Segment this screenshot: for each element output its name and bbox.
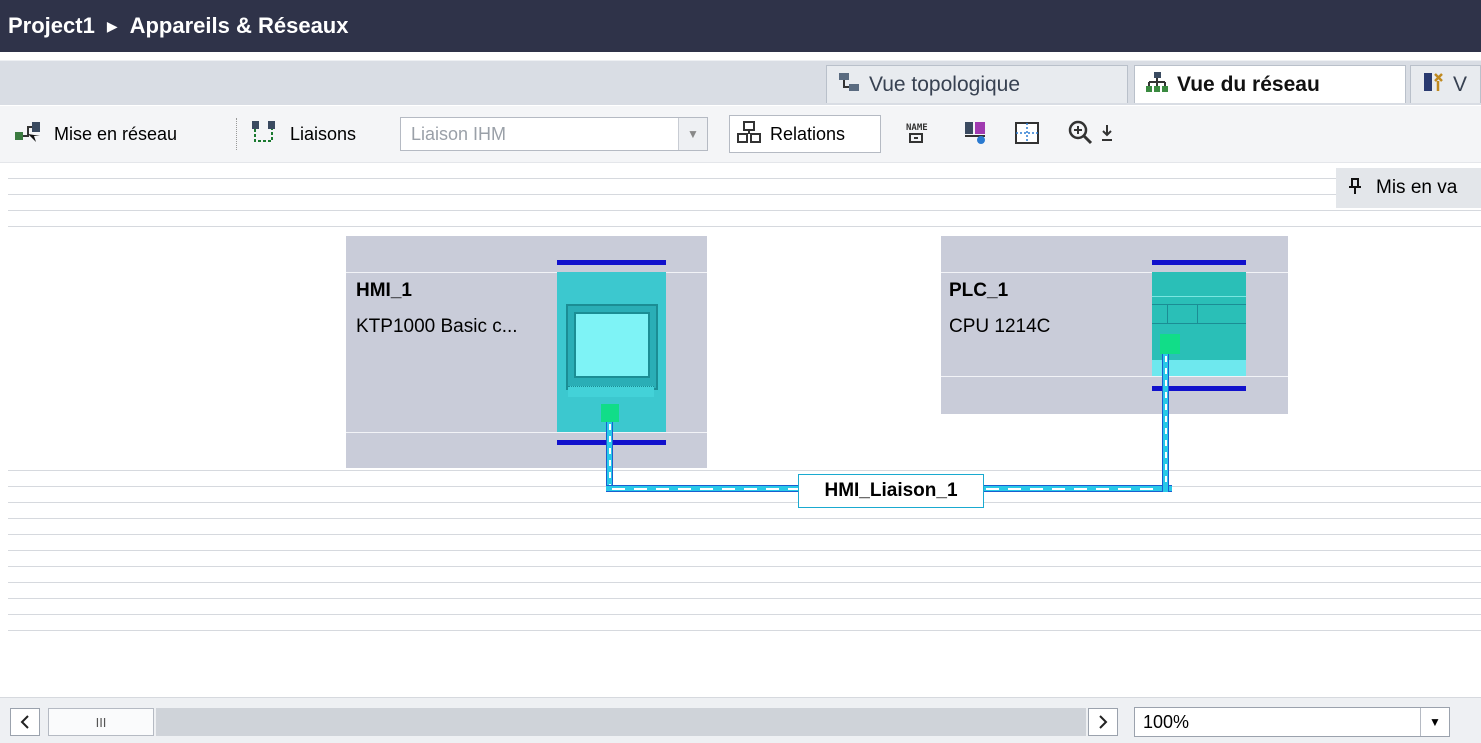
connection-type-select[interactable]: Liaison IHM ▼ bbox=[400, 117, 708, 151]
canvas-guideline bbox=[8, 598, 1481, 599]
canvas-guideline bbox=[8, 194, 1481, 195]
tab-device-label: V bbox=[1453, 72, 1468, 96]
view-tab-strip: Vue topologique Vue du réseau V bbox=[0, 60, 1481, 105]
networking-label: Mise en réseau bbox=[54, 123, 178, 144]
cable-dash bbox=[1165, 356, 1167, 488]
tab-network-view[interactable]: Vue du réseau bbox=[1134, 65, 1406, 103]
toolbar-separator bbox=[236, 118, 239, 150]
grid-icon[interactable] bbox=[1012, 118, 1042, 148]
canvas-guideline bbox=[8, 534, 1481, 535]
pin-icon[interactable] bbox=[1348, 177, 1362, 200]
zoom-in-icon[interactable] bbox=[1066, 118, 1096, 148]
device-divider bbox=[346, 432, 707, 433]
tab-topology-label: Vue topologique bbox=[869, 72, 1021, 96]
canvas-guideline bbox=[8, 470, 1481, 471]
plc-io-divider bbox=[1167, 304, 1168, 324]
plc-top-bus bbox=[1152, 260, 1246, 265]
tab-topology-view[interactable]: Vue topologique bbox=[826, 65, 1128, 103]
connections-icon bbox=[250, 119, 280, 150]
hmi-key-row bbox=[568, 386, 654, 397]
hmi-screen bbox=[574, 312, 650, 378]
canvas-guideline bbox=[8, 518, 1481, 519]
hmi-device-name: HMI_1 bbox=[356, 280, 412, 301]
device-divider bbox=[941, 376, 1288, 377]
pinned-panel-label: Mis en va bbox=[1376, 177, 1458, 198]
name-icon[interactable]: NAME bbox=[902, 118, 932, 148]
scroll-left-button[interactable] bbox=[10, 708, 40, 736]
connection-label-text: HMI_Liaison_1 bbox=[824, 480, 958, 501]
plc-device-type: CPU 1214C bbox=[949, 316, 1051, 337]
zoom-select[interactable]: 100% ▼ bbox=[1134, 707, 1450, 737]
tab-network-label: Vue du réseau bbox=[1177, 72, 1320, 96]
plc-io-divider bbox=[1197, 304, 1198, 324]
triangle-right-icon: ▶ bbox=[106, 17, 118, 34]
device-view-icon bbox=[1421, 70, 1445, 100]
chevron-down-icon[interactable]: ▼ bbox=[678, 118, 707, 150]
svg-text:NAME: NAME bbox=[906, 123, 928, 133]
zoom-value: 100% bbox=[1143, 711, 1190, 732]
networking-icon bbox=[14, 120, 44, 149]
canvas-guideline bbox=[8, 178, 1481, 179]
canvas-guideline bbox=[8, 614, 1481, 615]
connection-label[interactable]: HMI_Liaison_1 bbox=[798, 474, 984, 508]
hmi-device[interactable]: HMI_1 KTP1000 Basic c... bbox=[346, 236, 707, 468]
network-icon bbox=[1145, 70, 1169, 100]
relations-button[interactable]: Relations bbox=[729, 115, 881, 153]
canvas-guideline bbox=[8, 226, 1481, 227]
horizontal-scrollbar-track[interactable] bbox=[156, 708, 1086, 736]
device-display-icon[interactable] bbox=[962, 118, 992, 148]
chevron-down-icon[interactable]: ▼ bbox=[1420, 708, 1449, 736]
canvas-guideline bbox=[8, 630, 1481, 631]
relations-icon bbox=[736, 120, 762, 149]
canvas-guideline bbox=[8, 582, 1481, 583]
relations-label: Relations bbox=[770, 123, 846, 144]
cable-dash bbox=[609, 424, 611, 490]
title-bar: Project1 ▶ Appareils & Réseaux bbox=[0, 0, 1481, 52]
breadcrumb-page: Appareils & Réseaux bbox=[129, 13, 349, 38]
plc-network-port[interactable] bbox=[1160, 334, 1180, 354]
hmi-top-bus bbox=[557, 260, 666, 265]
status-bar: III 100% ▼ bbox=[0, 697, 1481, 743]
hmi-network-port[interactable] bbox=[601, 404, 619, 422]
scroll-right-button[interactable] bbox=[1088, 708, 1118, 736]
plc-device-name: PLC_1 bbox=[949, 280, 1009, 301]
tab-device-view[interactable]: V bbox=[1410, 65, 1481, 103]
hmi-device-type: KTP1000 Basic c... bbox=[356, 316, 518, 337]
networking-button[interactable]: Mise en réseau bbox=[14, 120, 177, 148]
canvas-guideline bbox=[8, 210, 1481, 211]
connections-button[interactable]: Liaisons bbox=[250, 120, 356, 148]
scroll-grip-icon: III bbox=[95, 714, 107, 730]
plc-device[interactable]: PLC_1 CPU 1214C bbox=[941, 236, 1288, 414]
plc-cpu-detail bbox=[1152, 296, 1246, 297]
topology-icon bbox=[837, 70, 861, 100]
canvas-guideline bbox=[8, 566, 1481, 567]
pinned-panel[interactable]: Mis en va bbox=[1336, 168, 1481, 208]
canvas-guideline bbox=[8, 550, 1481, 551]
canvas-guideline bbox=[8, 502, 1481, 503]
horizontal-scrollbar-thumb[interactable]: III bbox=[48, 708, 154, 736]
download-icon[interactable] bbox=[1096, 118, 1118, 148]
breadcrumb-project[interactable]: Project1 bbox=[8, 13, 95, 39]
connection-type-value: Liaison IHM bbox=[411, 123, 507, 144]
connections-label: Liaisons bbox=[290, 123, 357, 144]
